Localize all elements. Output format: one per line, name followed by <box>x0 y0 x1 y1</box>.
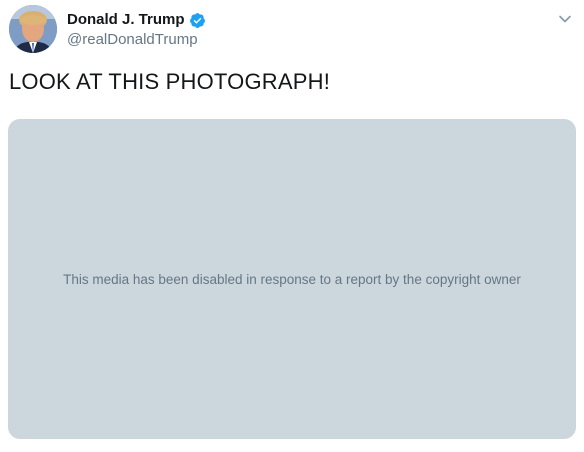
display-name[interactable]: Donald J. Trump <box>67 11 185 29</box>
avatar-photo <box>9 5 57 53</box>
author-block[interactable]: Donald J. Trump @realDonaldTrump <box>67 10 206 49</box>
tweet-text: LOOK AT THIS PHOTOGRAPH! <box>9 69 331 94</box>
verified-badge-icon <box>189 12 206 29</box>
tweet-card: Donald J. Trump @realDonaldTrump LOOK AT… <box>0 0 584 452</box>
name-row: Donald J. Trump <box>67 10 206 30</box>
avatar[interactable] <box>9 5 57 53</box>
chevron-down-icon[interactable] <box>558 12 572 26</box>
disabled-media-placeholder: This media has been disabled in response… <box>8 119 576 439</box>
media-disabled-message: This media has been disabled in response… <box>63 271 521 287</box>
user-handle[interactable]: @realDonaldTrump <box>67 31 206 49</box>
